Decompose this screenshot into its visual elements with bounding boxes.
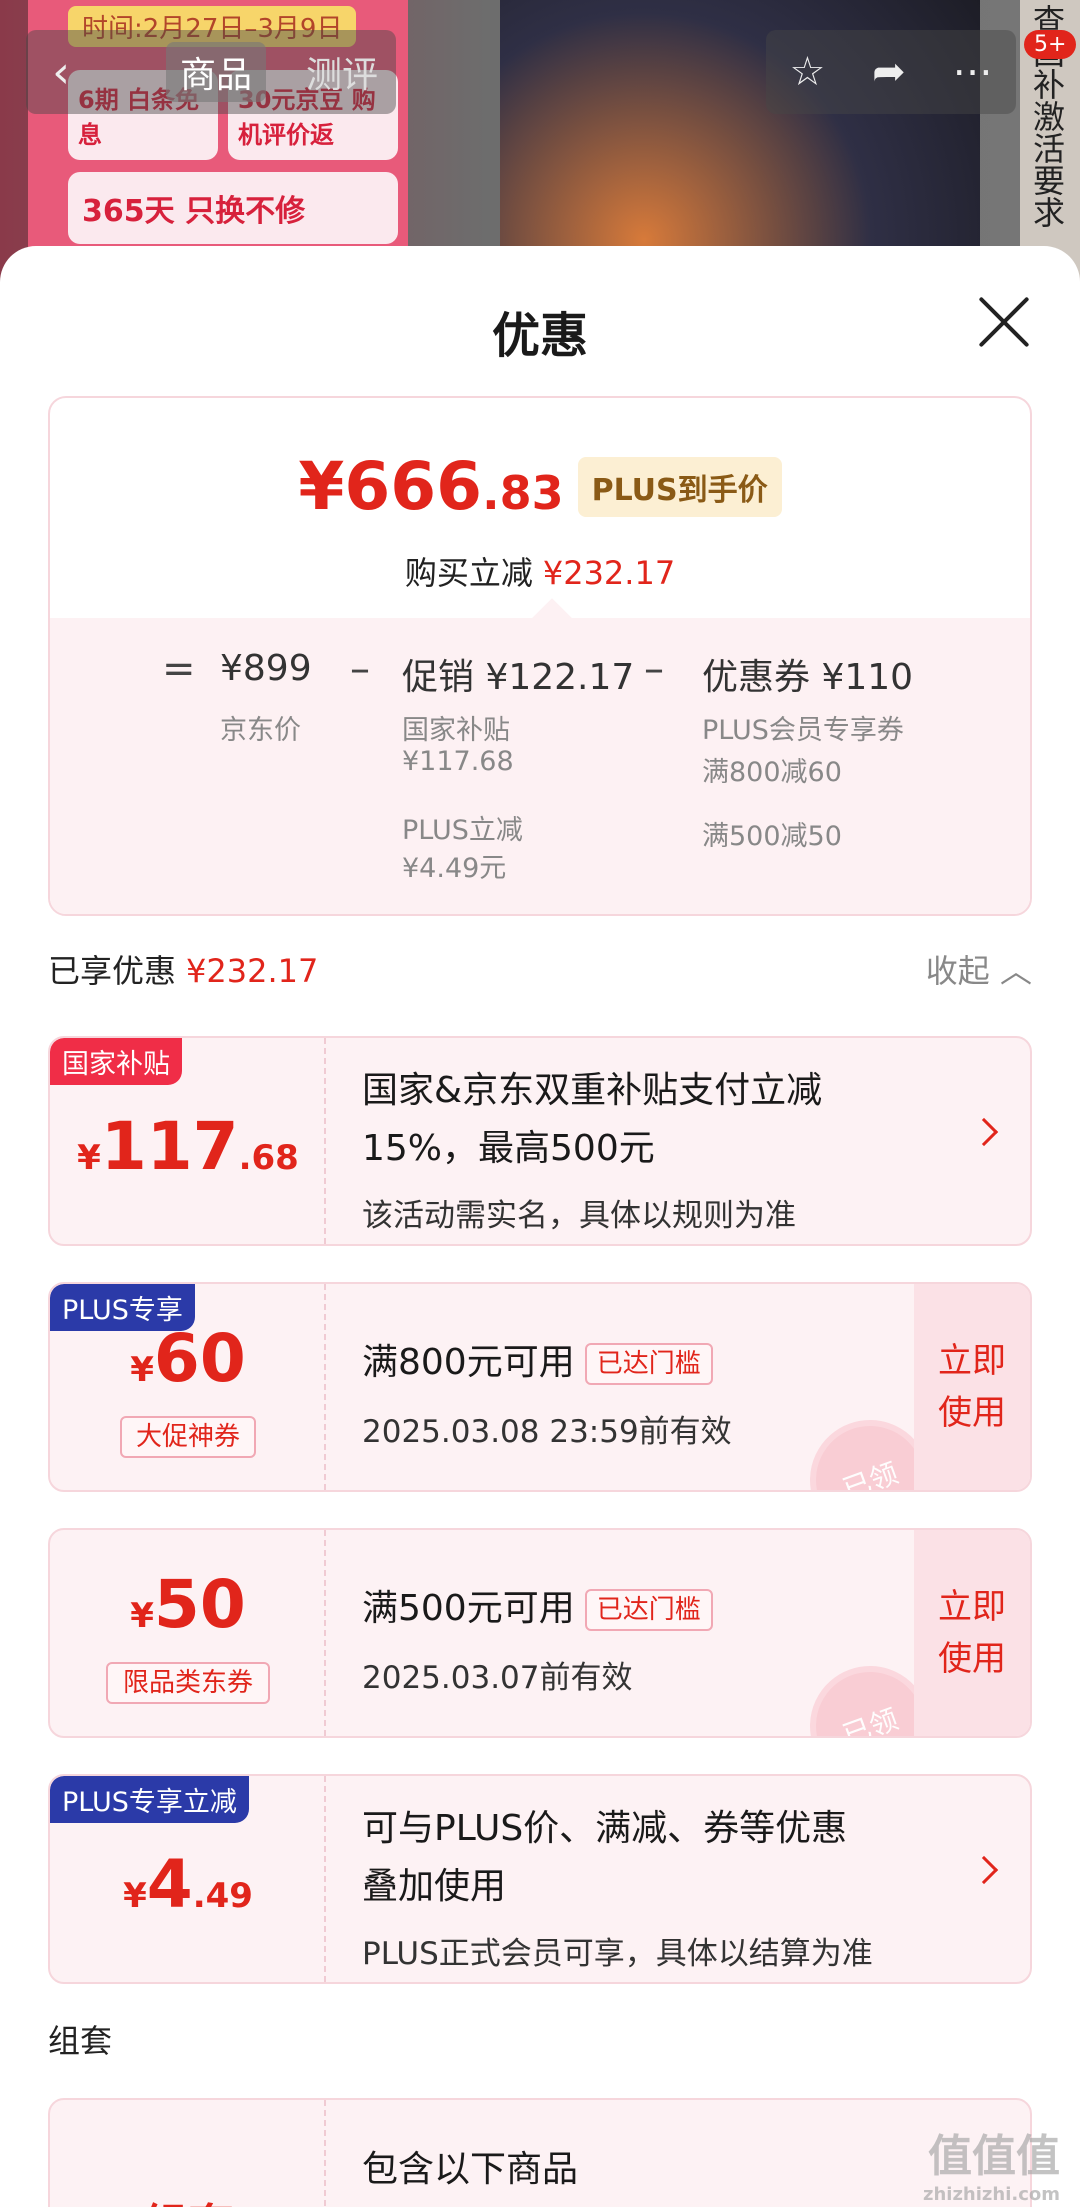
minus-sign: – bbox=[644, 646, 664, 692]
top-tabs: 商品 测评 bbox=[96, 30, 396, 114]
coupon-condition: 满500元可用 已达门槛 bbox=[362, 1580, 713, 1638]
price-breakdown: = ¥899 京东价 – 促销 ¥122.17 国家补贴 ¥117.68 PLU… bbox=[50, 618, 1030, 914]
plus-discount-card[interactable]: PLUS专享立减 ¥4.49 可与PLUS价、满减、券等优惠 叠加使用 PLUS… bbox=[48, 1774, 1032, 1984]
jd-price-label: 京东价 bbox=[220, 715, 301, 746]
combo-name: 组套 bbox=[50, 2190, 326, 2207]
promo-total: 促销 ¥122.17 bbox=[402, 657, 635, 698]
coupon-card: PLUS专享 ¥60 大促神券 满800元可用 已达门槛 2025.03.08 2… bbox=[48, 1282, 1032, 1492]
more-icon[interactable]: ⋯ bbox=[953, 49, 993, 95]
subsidy-desc: 该活动需实名，具体以规则为准 bbox=[362, 1198, 796, 1234]
plus-discount-tag: PLUS专享立减 bbox=[50, 1776, 249, 1823]
coupon-note-800: 满800减60 bbox=[702, 757, 842, 788]
site-watermark: 值值值 zhizhizhi.com bbox=[922, 2131, 1060, 2205]
final-price: ¥666.83 bbox=[298, 448, 564, 525]
subsidy-amount: ¥117.68 bbox=[77, 1108, 299, 1185]
coupon-type-tag: 限品类东券 bbox=[106, 1662, 270, 1704]
coupon-validity: 2025.03.08 23:59前有效 bbox=[362, 1414, 732, 1450]
plus-discount-desc: PLUS正式会员可享，具体以结算为准 bbox=[362, 1936, 873, 1972]
combo-card[interactable]: 组套 包含以下商品 bbox=[48, 2098, 1032, 2207]
purchase-discount: 购买立减 ¥232.17 bbox=[404, 554, 676, 592]
discount-sheet: 优惠 ¥666.83 PLUS到手价 购买立减 ¥232.17 = ¥899 京东… bbox=[0, 246, 1080, 2207]
promo-note-subsidy: 国家补贴 bbox=[402, 715, 510, 746]
promo-note-plus-value: ¥4.49元 bbox=[402, 853, 507, 884]
plus-discount-amount: ¥4.49 bbox=[123, 1846, 253, 1923]
combo-title: 包含以下商品 bbox=[362, 2149, 579, 2190]
tab-review[interactable]: 测评 bbox=[306, 46, 378, 98]
jd-price: ¥899 bbox=[220, 648, 312, 689]
top-actions: ☆ ➦ ⋯ bbox=[766, 30, 1016, 114]
plus-discount-title-line1: 可与PLUS价、满减、券等优惠 bbox=[362, 1808, 848, 1849]
sheet-title: 优惠 bbox=[491, 308, 588, 364]
promo-replace: 365天 只换不修 bbox=[68, 172, 398, 244]
coupon-note-plus: PLUS会员专享券 bbox=[702, 715, 904, 746]
plus-discount-title-line2: 叠加使用 bbox=[362, 1866, 507, 1907]
coupon-amount: ¥60 bbox=[130, 1320, 246, 1397]
threshold-reached-badge: 已达门槛 bbox=[584, 1343, 713, 1385]
subsidy-card[interactable]: 国家补贴 ¥117.68 国家&京东双重补贴支付立减 15%，最高500元 该活… bbox=[48, 1036, 1032, 1246]
coupon-type-tag: 大促神券 bbox=[120, 1416, 256, 1458]
coupon-condition: 满800元可用 已达门槛 bbox=[362, 1334, 713, 1392]
collapse-button[interactable]: 收起 ︿ bbox=[926, 946, 1032, 992]
minus-sign: – bbox=[350, 646, 370, 692]
coupon-card: ¥50 限品类东券 满500元可用 已达门槛 2025.03.07前有效 已领 立… bbox=[48, 1528, 1032, 1738]
promo-note-subsidy-value: ¥117.68 bbox=[402, 746, 514, 777]
use-now-button[interactable]: 立即 使用 bbox=[914, 1530, 1030, 1736]
combo-section-label: 组套 bbox=[48, 2022, 113, 2060]
price-summary-card: ¥666.83 PLUS到手价 购买立减 ¥232.17 = ¥899 京东价 –… bbox=[48, 396, 1032, 916]
coupon-validity: 2025.03.07前有效 bbox=[362, 1660, 633, 1696]
equals-sign: = bbox=[162, 646, 196, 692]
use-now-button[interactable]: 立即 使用 bbox=[914, 1284, 1030, 1490]
threshold-reached-badge: 已达门槛 bbox=[584, 1589, 713, 1631]
enjoyed-discount: 已享优惠 ¥232.17 bbox=[48, 952, 319, 990]
coupon-amount: ¥50 bbox=[130, 1566, 246, 1643]
close-icon[interactable] bbox=[976, 294, 1032, 350]
favorite-icon[interactable]: ☆ bbox=[789, 49, 825, 95]
tab-product[interactable]: 商品 bbox=[166, 42, 267, 102]
coupon-note-500: 满500减50 bbox=[702, 821, 842, 852]
subsidy-tag: 国家补贴 bbox=[50, 1038, 182, 1085]
back-icon[interactable]: ‹ bbox=[26, 30, 96, 114]
promo-note-plus: PLUS立减 bbox=[402, 815, 523, 846]
share-icon[interactable]: ➦ bbox=[872, 49, 906, 95]
coupon-total: 优惠券 ¥110 bbox=[702, 657, 914, 698]
subsidy-title-line2: 15%，最高500元 bbox=[362, 1128, 655, 1169]
message-badge: 5+ bbox=[1024, 30, 1077, 59]
subsidy-title-line1: 国家&京东双重补贴支付立减 bbox=[362, 1070, 823, 1111]
plus-price-tag: PLUS到手价 bbox=[577, 456, 782, 517]
